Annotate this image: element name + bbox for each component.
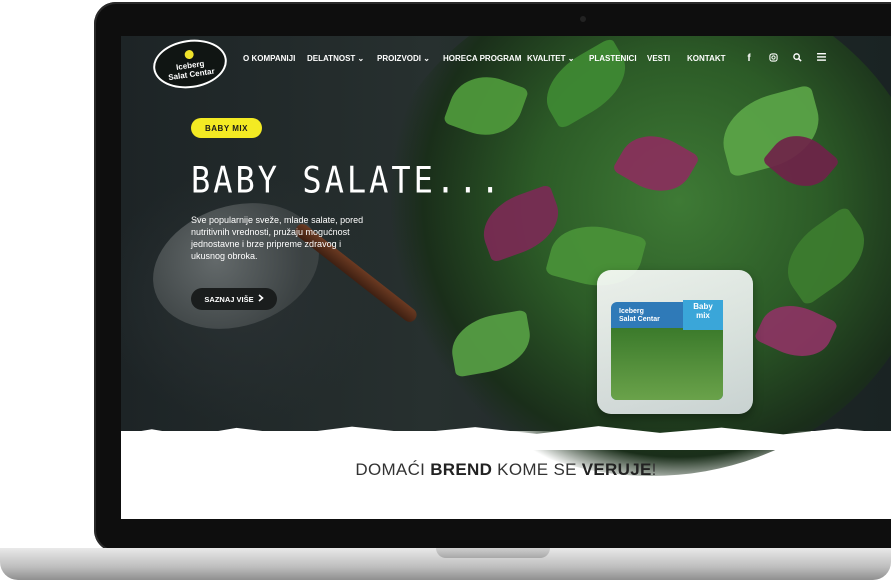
camera-icon — [580, 16, 586, 22]
search-icon[interactable] — [791, 53, 803, 65]
package-product-name: Baby mix — [683, 300, 723, 330]
logo-leaf-icon — [183, 49, 194, 60]
site-logo[interactable]: Iceberg Salat Centar — [150, 36, 230, 93]
serving-spoon-image — [136, 182, 336, 350]
website-screen: Iceberg Salat Centar O KOMPANIJI DELATNO… — [121, 36, 891, 519]
nav-item-plastenici[interactable]: PLASTENICI — [589, 54, 637, 63]
nav-item-vesti[interactable]: VESTI — [647, 54, 670, 63]
laptop-frame: Iceberg Salat Centar O KOMPANIJI DELATNO… — [0, 0, 891, 584]
logo-text-line2: Salat Centar — [167, 66, 216, 82]
package-salad-window — [611, 328, 723, 400]
tagline-part2: KOME SE — [492, 460, 582, 479]
nav-item-horeca-program[interactable]: HORECA PROGRAM — [443, 54, 521, 63]
laptop-notch — [436, 548, 550, 558]
package-brand-line1: Iceberg — [619, 308, 644, 315]
nav-item-proizvodi[interactable]: PROIZVODI ⌄ — [377, 54, 430, 63]
package-name-line1: Baby — [693, 302, 713, 311]
nav-item-delatnost[interactable]: DELATNOST ⌄ — [307, 54, 364, 63]
chevron-right-icon — [258, 294, 264, 304]
product-package-image: Iceberg Salat Centar Baby mix — [597, 270, 753, 414]
hero-description: Sve popularnije sveže, mlade salate, por… — [191, 215, 364, 261]
learn-more-label: SAZNAJ VIŠE — [204, 294, 254, 304]
package-name-line2: mix — [696, 311, 710, 320]
category-badge: BABY MIX — [191, 118, 262, 138]
nav-item-o-kompaniji[interactable]: O KOMPANIJI — [243, 54, 295, 63]
tagline-bold1: BREND — [430, 460, 493, 479]
package-brand: Iceberg Salat Centar — [619, 308, 660, 324]
brand-tagline: DOMAĆI BREND KOME SE VERUJE! — [121, 460, 891, 480]
nav-item-kvalitet[interactable]: KVALITET ⌄ — [527, 54, 574, 63]
instagram-icon[interactable] — [767, 53, 779, 65]
facebook-icon[interactable]: f — [743, 53, 755, 65]
learn-more-button[interactable]: SAZNAJ VIŠE — [191, 288, 277, 310]
nav-icons: f — [743, 53, 827, 65]
tagline-part3: ! — [651, 460, 657, 479]
hero-title: BABY SALATE... — [191, 158, 503, 202]
tagline-bold2: VERUJE — [581, 460, 652, 479]
hero-section: Iceberg Salat Centar O KOMPANIJI DELATNO… — [121, 36, 891, 476]
nav-item-kontakt[interactable]: KONTAKT — [687, 54, 726, 63]
tagline-part1: DOMAĆI — [355, 460, 431, 479]
menu-icon[interactable] — [815, 53, 827, 65]
package-brand-line2: Salat Centar — [619, 316, 660, 323]
